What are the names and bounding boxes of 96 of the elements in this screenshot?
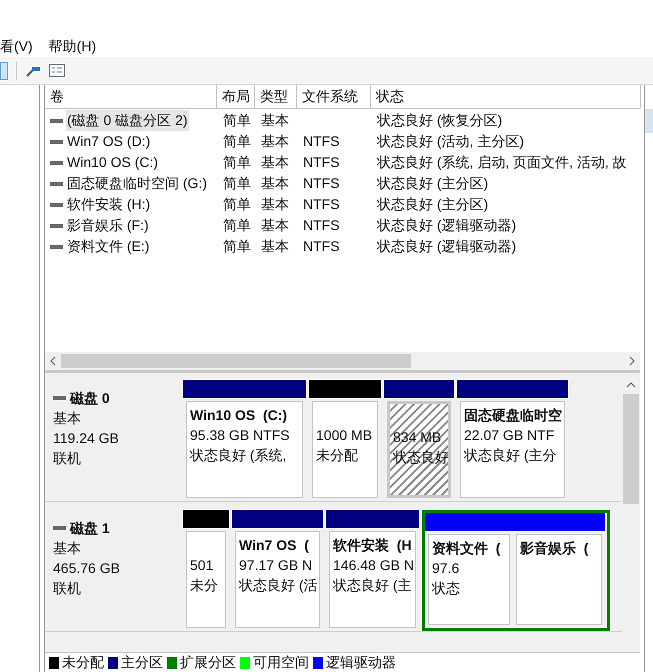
table-cell-text: 简单 <box>222 195 252 214</box>
partition-block[interactable]: 固态硬盘临时空 22.07 GB NTF 状态良好 (主分 <box>460 401 565 498</box>
table-cell-text: 状态良好 (系统, 启动, 页面文件, 活动, 故 <box>376 153 628 172</box>
partition-block[interactable]: 影音娱乐 ( <box>516 534 602 625</box>
drive-icon <box>53 525 66 531</box>
legend-label: 逻辑驱动器 <box>326 653 396 672</box>
drive-icon <box>50 244 63 250</box>
volume-name[interactable]: 固态硬盘临时空间 (G:) <box>66 173 208 194</box>
table-cell-text: 基本 <box>260 174 290 193</box>
table-cell-text: NTFS <box>302 174 341 193</box>
column-header[interactable]: 状态 <box>371 85 641 108</box>
table-cell-text: 状态良好 (主分区) <box>376 195 490 214</box>
partition-block[interactable]: 资料文件 ( 97.6 状态 <box>428 534 510 625</box>
column-header[interactable]: 布局 <box>217 85 255 108</box>
volume-name[interactable]: 资料文件 (E:) <box>66 236 150 257</box>
table-cell-text: 简单 <box>222 237 252 256</box>
partition-title: 软件安装 (H <box>333 536 412 555</box>
partition-title: Win10 OS (C:) <box>190 406 288 425</box>
disk-status: 联机 <box>53 579 82 598</box>
partition-info: 状态良好 (活 <box>239 576 316 595</box>
table-cell-text: 状态良好 (逻辑驱动器) <box>376 216 518 235</box>
partition-title: Win7 OS ( <box>239 536 310 555</box>
partition-info: 未分 <box>190 576 219 595</box>
disk-info-panel[interactable]: 磁盘 1 基本 465.76 GB 联机 <box>45 508 183 631</box>
partition-block[interactable]: 501 未分 <box>186 531 226 628</box>
drive-icon <box>50 118 63 124</box>
drive-icon <box>53 395 66 401</box>
partition-info: 501 <box>190 556 214 575</box>
legend-label: 扩展分区 <box>180 653 236 672</box>
table-cell-text: NTFS <box>302 153 341 172</box>
table-cell-text: 基本 <box>260 111 290 130</box>
table-cell-text: 简单 <box>222 132 252 151</box>
menu-item[interactable]: 看(V) <box>0 36 33 56</box>
drive-icon <box>50 138 63 144</box>
partition-block[interactable]: 软件安装 (H 146.48 GB N 状态良好 (主 <box>329 531 416 628</box>
table-cell-text: 状态良好 (逻辑驱动器) <box>376 237 518 256</box>
table-cell-text: 状态良好 (主分区) <box>376 174 490 193</box>
partition-info: 未分配 <box>316 446 359 465</box>
partition-info: 146.48 GB N <box>333 556 412 575</box>
table-cell-text: NTFS <box>302 195 341 214</box>
partition-info: 状态良好 (主分 <box>464 446 558 465</box>
partition-info: 状态良好 (系统, <box>190 446 288 465</box>
disk-status: 联机 <box>53 449 82 468</box>
partition-info: 22.07 GB NTF <box>464 426 556 445</box>
partition-info: 状态 <box>432 579 461 598</box>
table-cell-text: 基本 <box>260 195 290 214</box>
disk-name: 磁盘 0 <box>70 389 110 408</box>
disk-size: 465.76 GB <box>53 559 121 578</box>
drive-icon <box>50 202 63 208</box>
volume-name[interactable]: 软件安装 (H:) <box>66 194 152 215</box>
partition-block[interactable]: Win7 OS ( 97.17 GB N 状态良好 (活 <box>235 531 320 628</box>
legend-label: 主分区 <box>121 653 163 672</box>
menu-item[interactable]: 帮助(H) <box>48 36 96 56</box>
drive-icon <box>50 160 63 166</box>
partition-title: 影音娱乐 ( <box>520 539 590 558</box>
table-cell-text: NTFS <box>302 237 341 256</box>
table-cell-text: 状态良好 (活动, 主分区) <box>376 132 525 151</box>
partition-info: 状态良好 (主 <box>333 576 412 595</box>
list-icon[interactable] <box>49 64 65 77</box>
partition-info: 834 MB <box>393 428 442 447</box>
partition-block[interactable]: 1000 MB 未分配 <box>312 401 378 498</box>
partition-title: 资料文件 ( <box>432 539 502 558</box>
table-cell-text: 简单 <box>222 174 252 193</box>
horizontal-scrollbar[interactable] <box>45 352 640 370</box>
disk-name: 磁盘 1 <box>70 519 110 538</box>
disk-size: 119.24 GB <box>53 429 120 448</box>
column-header[interactable]: 类型 <box>255 85 297 108</box>
drive-icon <box>50 180 63 186</box>
legend-label: 未分配 <box>62 653 104 672</box>
column-header[interactable]: 卷 <box>45 85 217 108</box>
partition-title: 固态硬盘临时空 <box>464 406 561 425</box>
table-cell-text: 简单 <box>222 153 252 172</box>
column-header[interactable]: 文件系统 <box>297 85 371 108</box>
disk-info-panel[interactable]: 磁盘 0 基本 119.24 GB 联机 <box>45 378 183 501</box>
partition-info: 97.6 <box>432 559 460 578</box>
disk-type: 基本 <box>53 409 82 428</box>
table-cell-text: NTFS <box>302 132 341 151</box>
table-cell-text: NTFS <box>302 216 341 235</box>
drive-icon <box>50 222 63 228</box>
disk-type: 基本 <box>53 539 82 558</box>
volume-name[interactable]: Win7 OS (D:) <box>66 131 152 152</box>
volume-name[interactable]: 影音娱乐 (F:) <box>66 215 150 236</box>
partition-block[interactable]: Win10 OS (C:) 95.38 GB NTFS 状态良好 (系统, <box>186 401 303 498</box>
table-cell-text: 简单 <box>222 216 252 235</box>
table-cell-text: 简单 <box>222 111 252 130</box>
volume-name[interactable]: (磁盘 0 磁盘分区 2) <box>66 110 189 131</box>
volume-name[interactable]: Win10 OS (C:) <box>66 152 160 173</box>
table-cell-text: 基本 <box>260 237 290 256</box>
table-cell-text: 基本 <box>260 216 290 235</box>
partition-info: 97.17 GB N <box>239 556 314 575</box>
table-cell-text: 状态良好 (恢复分区) <box>376 111 504 130</box>
table-cell-text: 基本 <box>260 153 290 172</box>
partition-info: 95.38 GB NTFS <box>190 426 291 445</box>
table-cell-text: 基本 <box>260 132 290 151</box>
legend-label: 可用空间 <box>253 653 309 672</box>
partition-info: 1000 MB <box>316 426 374 445</box>
